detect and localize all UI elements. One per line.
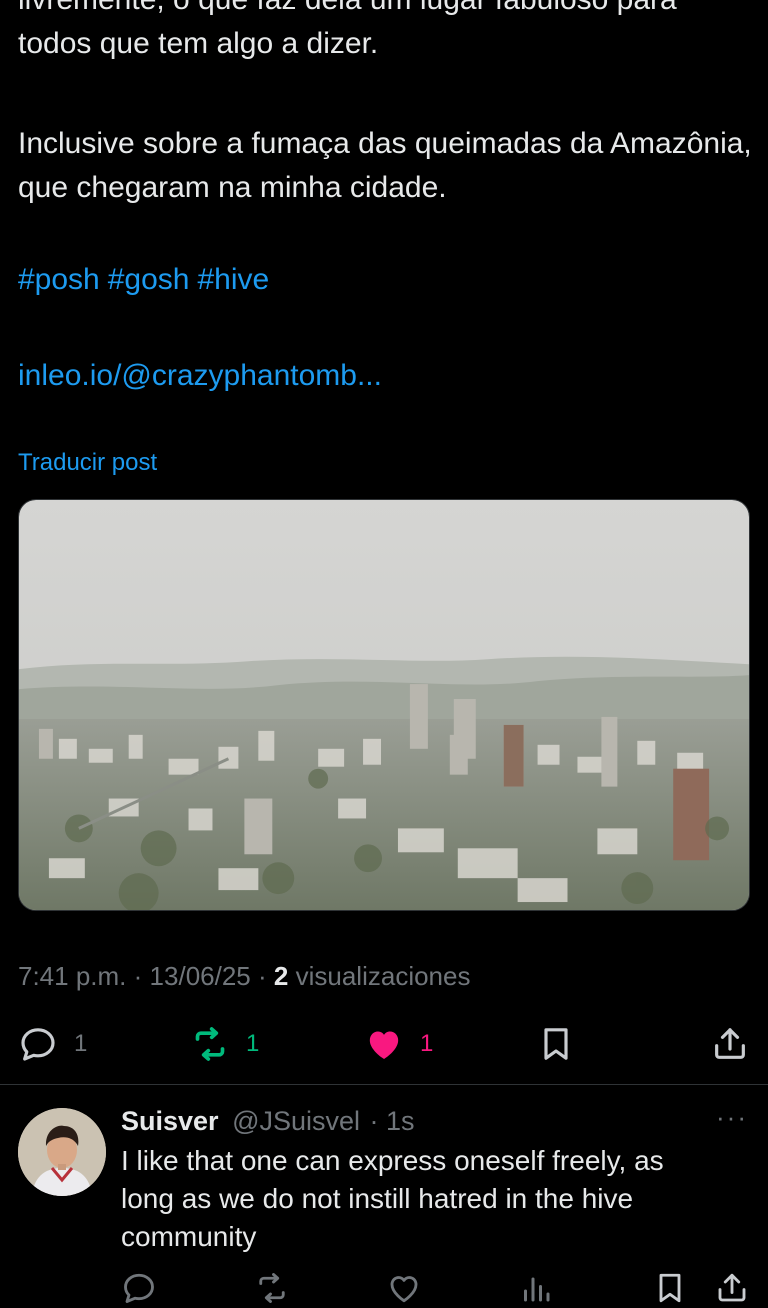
- reply-count: 1: [74, 1030, 88, 1057]
- post-detail: livremente, o que faz dela um lugar fabu…: [0, 0, 768, 1308]
- repost-icon: [259, 1273, 285, 1303]
- reply-button[interactable]: 1: [18, 1020, 87, 1068]
- post-metadata: 7:41 p.m. · 13/06/25 · 2 visualizaciones: [18, 958, 470, 994]
- reply-share-button[interactable]: [714, 1270, 750, 1306]
- bookmark-icon: [659, 1273, 681, 1303]
- more-icon[interactable]: ···: [716, 1102, 748, 1133]
- reply-views-button[interactable]: [518, 1270, 554, 1306]
- like-count: 1: [420, 1030, 434, 1057]
- reply-time: · 1s: [369, 1106, 415, 1136]
- reply-icon: [21, 1028, 55, 1061]
- city-photo: [19, 500, 749, 910]
- hashtag-hive[interactable]: #hive: [198, 263, 270, 296]
- hashtag-gosh[interactable]: #gosh: [108, 263, 190, 296]
- reply-bookmark-button[interactable]: [652, 1270, 688, 1306]
- meta-separator: ·: [258, 961, 267, 991]
- share-button[interactable]: [710, 1020, 750, 1068]
- hashtag-posh[interactable]: #posh: [18, 263, 100, 296]
- post-text-paragraph-1: livremente, o que faz dela um lugar fabu…: [18, 0, 677, 60]
- reply-author-handle[interactable]: @JSuisvel: [232, 1106, 360, 1136]
- views-icon: [524, 1277, 550, 1302]
- repost-button[interactable]: 1: [190, 1020, 259, 1068]
- like-button[interactable]: 1: [364, 1020, 433, 1068]
- post-text-paragraph-2: Inclusive sobre a fumaça das queimadas d…: [18, 127, 752, 204]
- avatar-image: [18, 1108, 106, 1196]
- reply-header: Suisver @JSuisvel · 1s: [121, 1102, 415, 1140]
- share-icon: [715, 1028, 745, 1059]
- divider: [0, 1084, 768, 1085]
- heart-icon: [369, 1031, 399, 1059]
- repost-count: 1: [246, 1030, 260, 1057]
- reply-icon: [124, 1273, 154, 1303]
- post-link[interactable]: inleo.io/@crazyphantomb...: [18, 354, 382, 398]
- reply-like-button[interactable]: [386, 1270, 422, 1306]
- views-count: 2: [273, 961, 289, 991]
- bookmark-icon: [544, 1028, 568, 1060]
- reply-text: I like that one can express oneself free…: [121, 1145, 664, 1252]
- reply-repost-button[interactable]: [254, 1270, 290, 1306]
- views-label: visualizaciones: [295, 961, 471, 991]
- share-icon: [718, 1273, 746, 1302]
- post-image[interactable]: [18, 499, 750, 911]
- repost-icon: [195, 1027, 225, 1061]
- bookmark-button[interactable]: [536, 1020, 576, 1068]
- meta-separator: ·: [133, 961, 143, 991]
- heart-icon: [390, 1276, 418, 1303]
- avatar[interactable]: [18, 1108, 106, 1196]
- reply-actions: [0, 1268, 768, 1308]
- reply-reply-button[interactable]: [121, 1270, 157, 1306]
- translate-post-link[interactable]: Traducir post: [18, 446, 157, 480]
- hashtags: #posh #gosh #hive: [18, 258, 277, 302]
- post-time: 7:41 p.m.: [18, 961, 127, 991]
- reply-author-name[interactable]: Suisver: [121, 1106, 219, 1136]
- post-date: 13/06/25: [149, 961, 251, 991]
- post-actions: 1 1 1: [0, 1020, 768, 1068]
